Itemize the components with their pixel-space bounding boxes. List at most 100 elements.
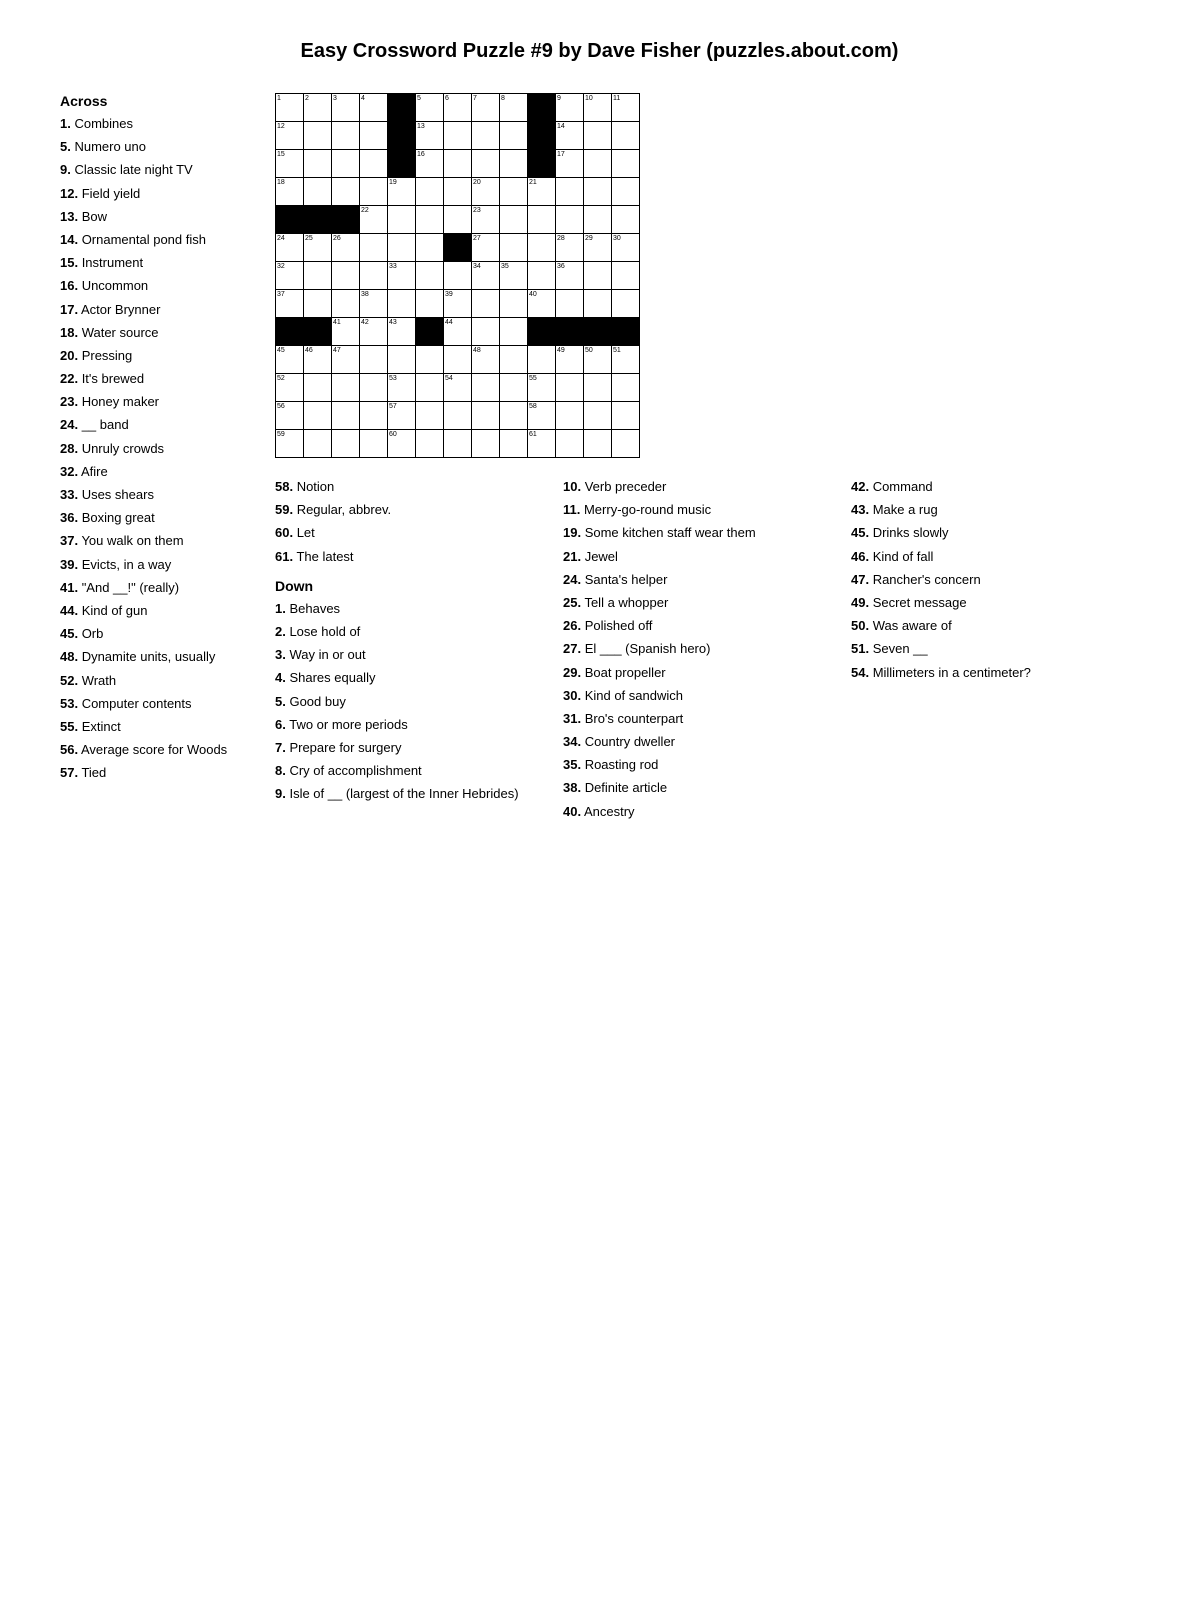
grid-cell[interactable] (416, 262, 444, 290)
grid-cell[interactable]: 43 (388, 318, 416, 346)
grid-cell[interactable] (556, 178, 584, 206)
grid-cell[interactable]: 48 (472, 346, 500, 374)
grid-cell[interactable] (276, 206, 304, 234)
grid-cell[interactable] (500, 150, 528, 178)
grid-cell[interactable] (612, 150, 640, 178)
grid-cell[interactable] (444, 402, 472, 430)
grid-cell[interactable]: 46 (304, 346, 332, 374)
grid-cell[interactable]: 40 (528, 290, 556, 318)
grid-cell[interactable] (584, 150, 612, 178)
grid-cell[interactable]: 9 (556, 94, 584, 122)
grid-cell[interactable]: 15 (276, 150, 304, 178)
grid-cell[interactable]: 28 (556, 234, 584, 262)
grid-cell[interactable] (360, 150, 388, 178)
grid-cell[interactable]: 58 (528, 402, 556, 430)
grid-cell[interactable] (388, 206, 416, 234)
grid-cell[interactable]: 38 (360, 290, 388, 318)
grid-cell[interactable]: 23 (472, 206, 500, 234)
grid-cell[interactable] (304, 150, 332, 178)
grid-cell[interactable] (304, 402, 332, 430)
grid-cell[interactable]: 19 (388, 178, 416, 206)
grid-cell[interactable] (612, 318, 640, 346)
grid-cell[interactable] (584, 318, 612, 346)
grid-cell[interactable] (528, 206, 556, 234)
grid-cell[interactable] (276, 318, 304, 346)
grid-cell[interactable] (416, 318, 444, 346)
grid-cell[interactable] (360, 122, 388, 150)
grid-cell[interactable]: 18 (276, 178, 304, 206)
grid-cell[interactable] (304, 430, 332, 458)
grid-cell[interactable]: 52 (276, 374, 304, 402)
grid-cell[interactable]: 50 (584, 346, 612, 374)
grid-cell[interactable]: 39 (444, 290, 472, 318)
grid-cell[interactable]: 13 (416, 122, 444, 150)
grid-cell[interactable] (584, 262, 612, 290)
grid-cell[interactable]: 10 (584, 94, 612, 122)
grid-cell[interactable]: 41 (332, 318, 360, 346)
grid-cell[interactable] (528, 94, 556, 122)
grid-cell[interactable]: 36 (556, 262, 584, 290)
grid-cell[interactable]: 61 (528, 430, 556, 458)
grid-cell[interactable] (472, 374, 500, 402)
grid-cell[interactable] (304, 178, 332, 206)
grid-cell[interactable]: 49 (556, 346, 584, 374)
grid-cell[interactable] (584, 430, 612, 458)
grid-cell[interactable]: 51 (612, 346, 640, 374)
grid-cell[interactable]: 33 (388, 262, 416, 290)
grid-cell[interactable]: 32 (276, 262, 304, 290)
grid-cell[interactable] (472, 318, 500, 346)
grid-cell[interactable] (360, 374, 388, 402)
grid-cell[interactable] (332, 122, 360, 150)
grid-cell[interactable] (500, 374, 528, 402)
grid-cell[interactable] (360, 402, 388, 430)
grid-cell[interactable] (528, 150, 556, 178)
grid-cell[interactable]: 42 (360, 318, 388, 346)
grid-cell[interactable] (360, 346, 388, 374)
grid-cell[interactable] (584, 122, 612, 150)
grid-cell[interactable] (332, 262, 360, 290)
grid-cell[interactable] (584, 178, 612, 206)
grid-cell[interactable]: 7 (472, 94, 500, 122)
grid-cell[interactable]: 21 (528, 178, 556, 206)
grid-cell[interactable] (332, 430, 360, 458)
grid-cell[interactable] (556, 206, 584, 234)
grid-cell[interactable] (416, 234, 444, 262)
grid-cell[interactable] (444, 262, 472, 290)
grid-cell[interactable] (500, 178, 528, 206)
grid-cell[interactable]: 14 (556, 122, 584, 150)
grid-cell[interactable]: 37 (276, 290, 304, 318)
grid-cell[interactable] (584, 290, 612, 318)
grid-cell[interactable] (444, 234, 472, 262)
grid-cell[interactable] (612, 262, 640, 290)
grid-cell[interactable]: 35 (500, 262, 528, 290)
grid-cell[interactable]: 4 (360, 94, 388, 122)
grid-cell[interactable]: 20 (472, 178, 500, 206)
grid-cell[interactable] (360, 262, 388, 290)
grid-cell[interactable] (612, 122, 640, 150)
grid-cell[interactable]: 34 (472, 262, 500, 290)
grid-cell[interactable] (304, 262, 332, 290)
grid-cell[interactable] (500, 122, 528, 150)
grid-cell[interactable] (500, 430, 528, 458)
grid-cell[interactable] (556, 402, 584, 430)
grid-cell[interactable] (304, 374, 332, 402)
grid-cell[interactable]: 3 (332, 94, 360, 122)
grid-cell[interactable] (388, 234, 416, 262)
grid-cell[interactable] (388, 150, 416, 178)
grid-cell[interactable] (360, 234, 388, 262)
grid-cell[interactable] (528, 318, 556, 346)
grid-cell[interactable] (556, 374, 584, 402)
grid-cell[interactable] (584, 402, 612, 430)
grid-cell[interactable] (612, 178, 640, 206)
grid-cell[interactable] (332, 178, 360, 206)
grid-cell[interactable]: 54 (444, 374, 472, 402)
grid-cell[interactable] (500, 206, 528, 234)
grid-cell[interactable] (612, 290, 640, 318)
grid-cell[interactable] (444, 206, 472, 234)
grid-cell[interactable] (500, 402, 528, 430)
grid-cell[interactable] (584, 206, 612, 234)
grid-cell[interactable] (612, 430, 640, 458)
grid-cell[interactable] (528, 234, 556, 262)
grid-cell[interactable] (612, 206, 640, 234)
grid-cell[interactable]: 5 (416, 94, 444, 122)
